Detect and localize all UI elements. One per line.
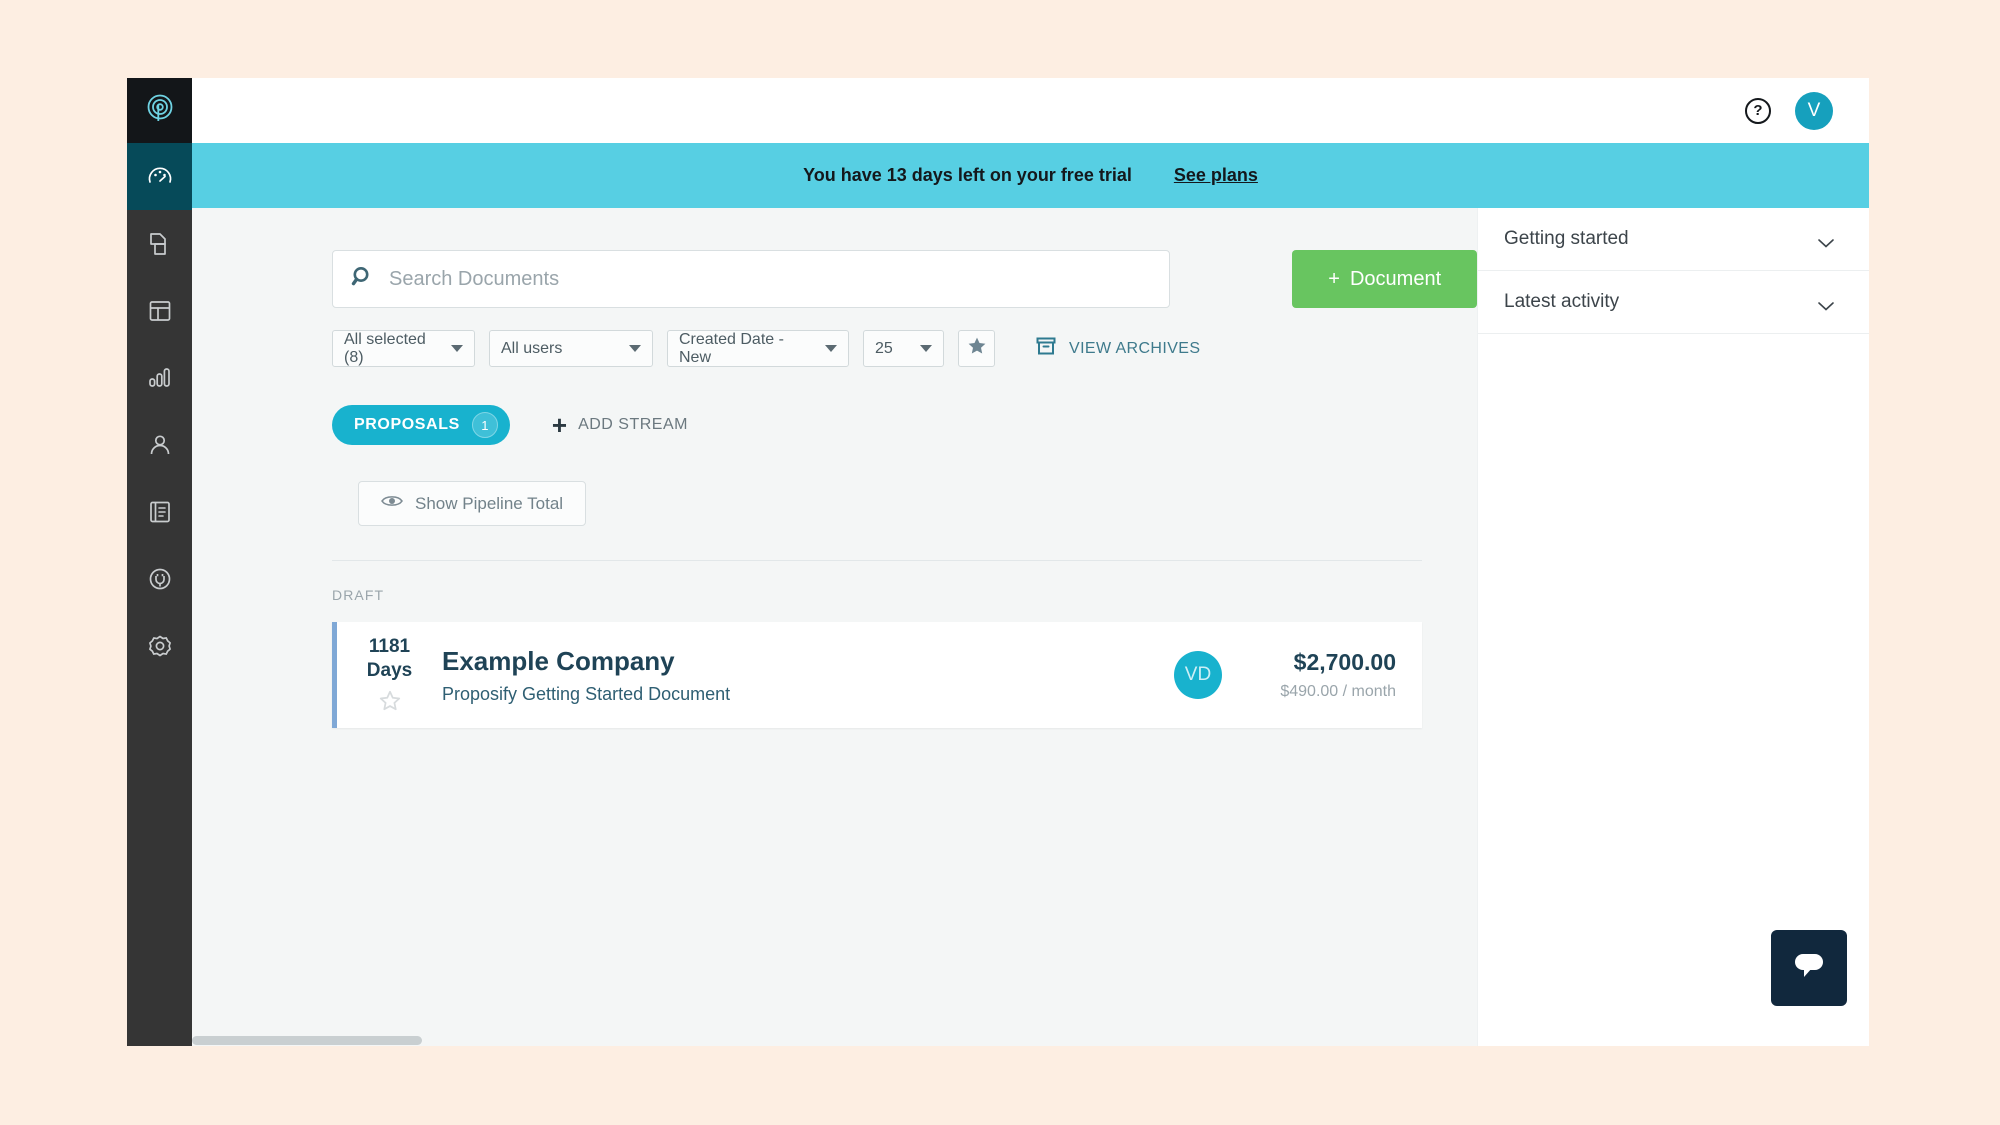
analytics-bar-chart-icon bbox=[146, 364, 174, 392]
horizontal-scrollbar-thumb[interactable] bbox=[192, 1036, 422, 1045]
page-size-filter-label: 25 bbox=[875, 339, 893, 357]
section-divider bbox=[332, 560, 1422, 561]
sidebar-item-dashboard[interactable] bbox=[127, 143, 192, 210]
search-and-create-row: + Document bbox=[332, 250, 1477, 308]
dashboard-gauge-icon bbox=[146, 163, 174, 191]
sort-filter[interactable]: Created Date - New bbox=[667, 330, 849, 367]
content-library-book-icon bbox=[146, 498, 174, 526]
add-stream-label: ADD STREAM bbox=[578, 416, 688, 433]
tab-proposals-label: PROPOSALS bbox=[354, 416, 460, 433]
chevron-down-icon bbox=[825, 345, 837, 352]
chat-bubble-icon bbox=[1790, 949, 1828, 988]
search-icon bbox=[351, 265, 375, 294]
see-plans-link[interactable]: See plans bbox=[1174, 165, 1258, 186]
sidebar-item-documents[interactable] bbox=[127, 210, 192, 277]
sidebar bbox=[127, 78, 192, 1046]
settings-gear-icon bbox=[146, 632, 174, 660]
eye-icon bbox=[381, 493, 403, 514]
document-age: 1181 Days bbox=[337, 633, 442, 717]
chevron-down-icon bbox=[1818, 235, 1834, 248]
help-icon-label: ? bbox=[1753, 102, 1763, 119]
sidebar-logo[interactable] bbox=[127, 78, 192, 143]
sidebar-item-contacts[interactable] bbox=[127, 411, 192, 478]
section-heading-draft: DRAFT bbox=[332, 587, 385, 603]
add-stream-button[interactable]: + ADD STREAM bbox=[552, 412, 688, 438]
sidebar-item-analytics[interactable] bbox=[127, 344, 192, 411]
star-filled-icon bbox=[967, 336, 987, 361]
star-outline-icon[interactable] bbox=[379, 690, 401, 717]
favorites-filter-button[interactable] bbox=[958, 330, 995, 367]
show-pipeline-total-button[interactable]: Show Pipeline Total bbox=[358, 481, 587, 526]
plus-icon: + bbox=[551, 410, 568, 440]
horizontal-scrollbar[interactable] bbox=[192, 1032, 1477, 1046]
question-mark-circle-icon[interactable]: ? bbox=[1745, 97, 1771, 124]
proposify-logo-icon bbox=[145, 93, 175, 128]
chevron-down-icon bbox=[920, 345, 932, 352]
add-document-button[interactable]: + Document bbox=[1292, 250, 1477, 308]
document-age-number: 1181 bbox=[368, 636, 411, 658]
topbar: ? V bbox=[192, 78, 1869, 143]
stream-tabs: PROPOSALS 1 + ADD STREAM bbox=[332, 405, 1477, 445]
pipeline-total-row: Show Pipeline Total bbox=[332, 481, 1477, 526]
trial-message: You have 13 days left on your free trial bbox=[803, 165, 1132, 185]
trial-banner: You have 13 days left on your free trial… bbox=[192, 143, 1869, 208]
document-age-unit: Days bbox=[366, 660, 413, 681]
status-filter[interactable]: All selected (8) bbox=[332, 330, 475, 367]
show-pipeline-total-label: Show Pipeline Total bbox=[415, 493, 564, 513]
main-content: + Document All selected (8) All users bbox=[192, 208, 1477, 1046]
document-subtitle: Proposify Getting Started Document bbox=[442, 683, 731, 704]
document-owner-initials: VD bbox=[1184, 664, 1212, 685]
view-archives-button[interactable]: VIEW ARCHIVES bbox=[1035, 335, 1200, 362]
templates-table-icon bbox=[146, 297, 174, 325]
plus-icon: + bbox=[1328, 267, 1340, 290]
view-archives-label: VIEW ARCHIVES bbox=[1069, 339, 1201, 357]
chevron-down-icon bbox=[629, 345, 641, 352]
right-panel: Getting started Latest activity bbox=[1477, 208, 1869, 1046]
chat-widget-button[interactable] bbox=[1771, 930, 1847, 1006]
document-owner-avatar[interactable]: VD bbox=[1174, 651, 1222, 699]
document-info: Example Company Proposify Getting Starte… bbox=[442, 646, 1174, 705]
tab-proposals[interactable]: PROPOSALS 1 bbox=[332, 405, 510, 445]
integrations-plug-icon bbox=[146, 565, 174, 593]
document-title: Example Company bbox=[442, 645, 675, 676]
page-size-filter[interactable]: 25 bbox=[863, 330, 944, 367]
sort-filter-label: Created Date - New bbox=[679, 330, 784, 366]
content-column: ? V You have 13 days left on your free t… bbox=[192, 78, 1869, 1046]
app-window: ? V You have 13 days left on your free t… bbox=[127, 78, 1869, 1046]
filter-row: All selected (8) All users Created Date … bbox=[332, 330, 1477, 367]
workspace: + Document All selected (8) All users bbox=[192, 208, 1869, 1046]
document-row[interactable]: 1181 Days Example Company Proposify Gett… bbox=[332, 622, 1422, 728]
sidebar-item-content-library[interactable] bbox=[127, 478, 192, 545]
contacts-person-icon bbox=[146, 431, 174, 459]
chevron-down-icon bbox=[1818, 298, 1834, 311]
document-recurring: $490.00 / month bbox=[1280, 683, 1396, 700]
search-box[interactable] bbox=[332, 250, 1171, 308]
add-document-label: Document bbox=[1349, 267, 1442, 290]
user-avatar[interactable]: V bbox=[1795, 91, 1833, 130]
chevron-down-icon bbox=[451, 345, 463, 352]
users-filter-label: All users bbox=[501, 339, 563, 357]
user-avatar-initial: V bbox=[1807, 99, 1821, 121]
sidebar-item-settings[interactable] bbox=[127, 612, 192, 679]
accordion-getting-started[interactable]: Getting started bbox=[1478, 208, 1869, 271]
accordion-latest-activity-label: Latest activity bbox=[1504, 291, 1620, 312]
search-input[interactable] bbox=[389, 267, 1152, 291]
archive-box-icon bbox=[1035, 335, 1057, 362]
tab-proposals-count: 1 bbox=[471, 412, 498, 438]
users-filter[interactable]: All users bbox=[489, 330, 653, 367]
documents-icon bbox=[146, 230, 174, 258]
document-total: $2,700.00 bbox=[1293, 649, 1396, 675]
sidebar-item-templates[interactable] bbox=[127, 277, 192, 344]
sidebar-item-integrations[interactable] bbox=[127, 545, 192, 612]
accordion-getting-started-label: Getting started bbox=[1504, 228, 1629, 249]
document-amounts: $2,700.00 $490.00 / month bbox=[1222, 649, 1422, 701]
status-filter-label: All selected (8) bbox=[344, 330, 426, 366]
accordion-latest-activity[interactable]: Latest activity bbox=[1478, 271, 1869, 334]
